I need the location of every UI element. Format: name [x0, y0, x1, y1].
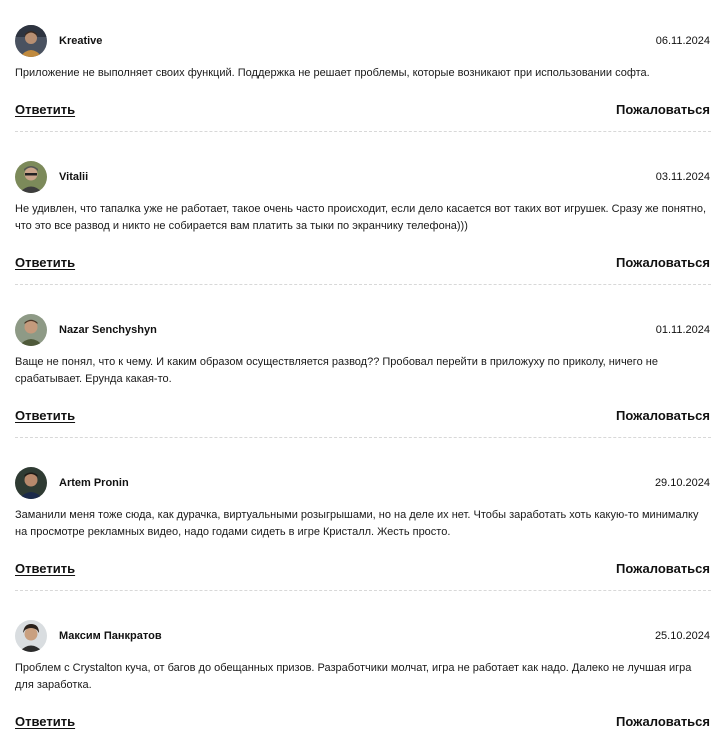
comment-author[interactable]: Artem Pronin: [59, 476, 129, 490]
report-button[interactable]: Пожаловаться: [616, 561, 710, 577]
comment-text: Заманили меня тоже сюда, как дурачка, ви…: [15, 509, 699, 538]
report-button[interactable]: Пожаловаться: [616, 102, 710, 118]
comment-divider: [15, 437, 711, 438]
comment-divider: [15, 284, 711, 285]
user-avatar-icon[interactable]: [15, 467, 47, 499]
comment-date: 29.10.2024: [654, 477, 710, 489]
comment-text: Не удивлен, что тапалка уже не работает,…: [15, 203, 707, 232]
comment-author[interactable]: Vitalii: [59, 170, 88, 184]
report-button[interactable]: Пожаловаться: [616, 408, 710, 424]
user-avatar-icon[interactable]: [15, 25, 47, 57]
reply-button[interactable]: Ответить: [15, 102, 75, 118]
reply-button[interactable]: Ответить: [15, 408, 75, 424]
user-avatar-icon[interactable]: [15, 620, 47, 652]
comment-author[interactable]: Максим Панкратов: [59, 629, 162, 643]
reply-button[interactable]: Ответить: [15, 561, 75, 577]
reply-button[interactable]: Ответить: [15, 255, 75, 271]
comment-divider: [15, 590, 711, 591]
report-button[interactable]: Пожаловаться: [616, 714, 710, 730]
comment-text: Ваще не понял, что к чему. И каким образ…: [15, 356, 658, 385]
comment-author[interactable]: Kreative: [59, 34, 102, 48]
comment-date: 06.11.2024: [655, 35, 710, 47]
comment-date: 25.10.2024: [654, 630, 710, 642]
reply-button[interactable]: Ответить: [15, 714, 75, 730]
report-button[interactable]: Пожаловаться: [616, 255, 710, 271]
comment-text: Приложение не выполняет своих функций. П…: [15, 67, 650, 79]
comments-list: Kreative 06.11.2024 Приложение не выполн…: [0, 0, 722, 741]
comment-date: 03.11.2024: [655, 171, 710, 183]
comment-author[interactable]: Nazar Senchyshyn: [59, 323, 157, 337]
user-avatar-icon[interactable]: [15, 161, 47, 193]
user-avatar-icon[interactable]: [15, 314, 47, 346]
comment-divider: [15, 131, 711, 132]
comment-text: Проблем с Crystalton куча, от багов до о…: [15, 662, 692, 691]
comment-date: 01.11.2024: [655, 324, 710, 336]
